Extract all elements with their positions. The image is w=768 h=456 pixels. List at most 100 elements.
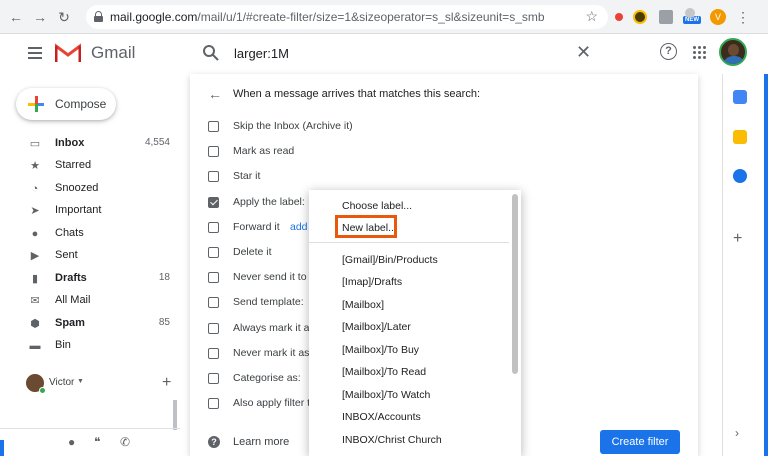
- sidebar-item-label: Inbox: [55, 137, 85, 149]
- spam-icon: ⬢: [30, 318, 40, 330]
- tasks-icon[interactable]: [733, 169, 747, 183]
- checkbox[interactable]: [208, 348, 219, 359]
- sidebar-item-sent[interactable]: ▶ Sent: [0, 245, 180, 267]
- option-label: Always mark it as: [233, 322, 315, 334]
- calendar-icon[interactable]: [733, 90, 747, 104]
- option-label: Never mark it as: [233, 347, 310, 359]
- sidebar-item-label: Chats: [55, 227, 84, 239]
- sidebar-item-snoozed[interactable]: ◔ Snoozed: [0, 178, 180, 200]
- checkbox[interactable]: [208, 398, 219, 409]
- checkbox-checked[interactable]: [208, 197, 219, 208]
- hangouts-icon[interactable]: ❝: [94, 435, 100, 449]
- side-panel: + ›: [722, 74, 768, 456]
- bin-icon: ▬: [29, 340, 41, 352]
- sidebar-item-label: Spam: [55, 317, 85, 329]
- help-icon[interactable]: ?: [660, 43, 677, 60]
- label-option[interactable]: INBOX/Accounts: [342, 411, 421, 423]
- back-icon[interactable]: ←: [8, 9, 24, 25]
- label-option[interactable]: [Mailbox]: [342, 299, 384, 311]
- sidebar-item-label: Starred: [55, 159, 92, 171]
- dropdown-scrollbar[interactable]: [512, 194, 518, 374]
- browser-menu-icon[interactable]: ⋮: [736, 9, 750, 26]
- window-edge-left: [0, 440, 4, 456]
- filter-option-skip-inbox[interactable]: Skip the Inbox (Archive it): [208, 118, 508, 138]
- learn-more-link[interactable]: Learn more: [233, 436, 289, 448]
- label-option[interactable]: [Mailbox]/To Read: [342, 366, 426, 378]
- sidebar-item-drafts[interactable]: ▮ Drafts 18: [0, 268, 180, 290]
- keep-icon[interactable]: [733, 130, 747, 144]
- filter-option-star[interactable]: Star it: [208, 168, 508, 188]
- option-label: Star it: [233, 170, 261, 182]
- sidebar-item-all-mail[interactable]: ✉ All Mail: [0, 290, 180, 312]
- apps-grid-icon[interactable]: [693, 46, 706, 59]
- sidebar-item-chats[interactable]: ● Chats: [0, 223, 180, 245]
- search-icon[interactable]: [202, 44, 220, 62]
- checkbox[interactable]: [208, 373, 219, 384]
- inbox-icon: ▭: [29, 138, 41, 150]
- forward-icon[interactable]: →: [32, 9, 48, 25]
- checkbox[interactable]: [208, 222, 219, 233]
- sidebar-item-starred[interactable]: ★ Starred: [0, 155, 180, 177]
- search-input[interactable]: larger:1M: [234, 46, 289, 61]
- create-filter-button[interactable]: Create filter: [600, 430, 680, 454]
- sidebar-scrollbar[interactable]: [173, 400, 177, 430]
- extension-pen-icon[interactable]: [685, 8, 695, 18]
- label-option[interactable]: INBOX/Christ Church: [342, 434, 442, 446]
- checkbox[interactable]: [208, 323, 219, 334]
- checkbox[interactable]: [208, 146, 219, 157]
- clear-search-icon[interactable]: ✕: [576, 42, 591, 63]
- extension-ball-icon[interactable]: [633, 10, 647, 24]
- chat-icon: ●: [31, 228, 39, 240]
- option-label: Mark as read: [233, 145, 295, 157]
- hangouts-user[interactable]: Victor ▼ +: [20, 374, 180, 396]
- browser-profile-avatar[interactable]: V: [710, 9, 726, 25]
- option-label: Send template:: [233, 296, 304, 308]
- sidebar-item-bin[interactable]: ▬ Bin: [0, 335, 180, 357]
- checkbox[interactable]: [208, 272, 219, 283]
- label-option[interactable]: [Mailbox]/To Buy: [342, 344, 419, 356]
- back-arrow-icon[interactable]: ←: [208, 86, 222, 102]
- filter-option-mark-read[interactable]: Mark as read: [208, 143, 508, 163]
- checkbox[interactable]: [208, 297, 219, 308]
- url-text: mail.google.com/mail/u/1/#create-filter/…: [110, 10, 545, 24]
- choose-label-option[interactable]: Choose label...: [342, 200, 412, 212]
- sidebar-item-label: Drafts: [55, 272, 87, 284]
- reload-icon[interactable]: ↻: [56, 9, 72, 25]
- main-menu-icon[interactable]: [28, 47, 42, 59]
- checkbox[interactable]: [208, 247, 219, 258]
- bookmark-star-icon[interactable]: ☆: [585, 8, 598, 25]
- address-bar[interactable]: mail.google.com/mail/u/1/#create-filter/…: [86, 5, 608, 29]
- add-forwarding-link[interactable]: add: [290, 221, 308, 233]
- online-status-icon: [39, 387, 46, 394]
- phone-icon[interactable]: ✆: [120, 435, 130, 449]
- person-icon[interactable]: ●: [68, 435, 75, 449]
- help-circle-icon: ?: [208, 436, 220, 448]
- dropdown-divider: [309, 242, 509, 243]
- sidebar-item-spam[interactable]: ⬢ Spam 85: [0, 313, 180, 335]
- label-option[interactable]: [Mailbox]/To Watch: [342, 389, 430, 401]
- browser-toolbar: ← → ↻ mail.google.com/mail/u/1/#create-f…: [0, 0, 768, 34]
- user-avatar: [26, 374, 46, 394]
- checkbox[interactable]: [208, 171, 219, 182]
- gmail-logo-icon[interactable]: [55, 43, 81, 63]
- sidebar-item-count: 85: [158, 317, 170, 328]
- extension-red-icon[interactable]: [615, 13, 623, 21]
- extension-gray-icon[interactable]: [659, 10, 673, 24]
- sidebar-item-important[interactable]: ➤ Important: [0, 200, 180, 222]
- chevron-right-icon[interactable]: ›: [735, 426, 739, 440]
- option-label: Categorise as:: [233, 372, 301, 384]
- add-contact-icon[interactable]: +: [162, 374, 171, 392]
- url-path: /mail/u/1/#create-filter/size=1&sizeoper…: [197, 10, 545, 24]
- account-avatar[interactable]: [719, 38, 747, 66]
- lock-icon: [94, 11, 103, 22]
- sidebar-item-inbox[interactable]: ▭ Inbox 4,554: [0, 133, 180, 155]
- label-option[interactable]: [Imap]/Drafts: [342, 276, 402, 288]
- send-icon: ▶: [30, 250, 40, 262]
- label-option[interactable]: [Gmail]/Bin/Products: [342, 254, 438, 266]
- compose-button[interactable]: Compose: [16, 88, 116, 120]
- label-option[interactable]: [Mailbox]/Later: [342, 321, 411, 333]
- chevron-down-icon[interactable]: ▼: [77, 378, 84, 385]
- add-addon-icon[interactable]: +: [733, 230, 742, 248]
- sidebar-footer: ● ❝ ✆: [0, 428, 180, 456]
- checkbox[interactable]: [208, 121, 219, 132]
